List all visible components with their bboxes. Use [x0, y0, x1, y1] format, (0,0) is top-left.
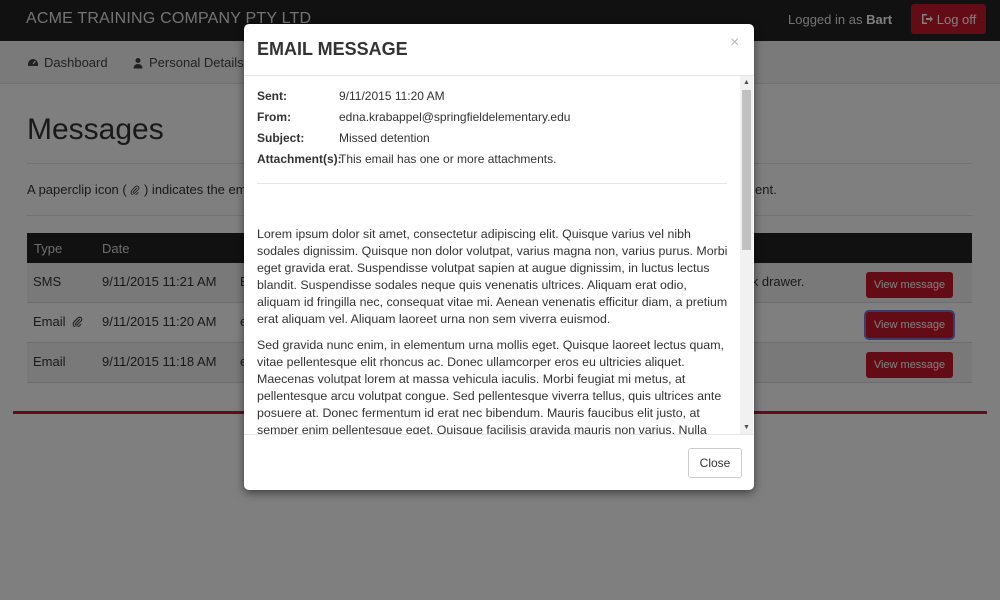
divider	[244, 434, 754, 435]
meta-label-attachments: Attachment(s):	[257, 152, 342, 166]
meta-value-subject: Missed detention	[339, 131, 430, 145]
scroll-down-arrow-icon[interactable]: ▼	[740, 421, 753, 434]
scrollbar-thumb[interactable]	[742, 90, 751, 250]
meta-label-subject: Subject:	[257, 131, 305, 145]
modal-scrollbar[interactable]: ▲ ▼	[740, 76, 753, 434]
scroll-up-arrow-icon[interactable]: ▲	[740, 76, 753, 89]
divider	[257, 183, 727, 184]
modal-body[interactable]: Sent: 9/11/2015 11:20 AM From: edna.krab…	[244, 76, 754, 434]
meta-value-attachments: This email has one or more attachments.	[339, 152, 557, 166]
email-body-paragraph: Lorem ipsum dolor sit amet, consectetur …	[257, 227, 728, 326]
modal-title: EMAIL MESSAGE	[257, 39, 408, 59]
meta-value-from: edna.krabappel@springfieldelementary.edu	[339, 110, 571, 124]
email-message-modal: EMAIL MESSAGE × Sent: 9/11/2015 11:20 AM…	[244, 24, 754, 490]
email-body-paragraph: Sed gravida nunc enim, in elementum urna…	[257, 338, 724, 434]
close-button[interactable]: Close	[688, 448, 742, 478]
close-icon[interactable]: ×	[730, 34, 739, 52]
meta-value-sent: 9/11/2015 11:20 AM	[339, 89, 445, 103]
meta-label-from: From:	[257, 110, 291, 124]
meta-label-sent: Sent:	[257, 89, 287, 103]
